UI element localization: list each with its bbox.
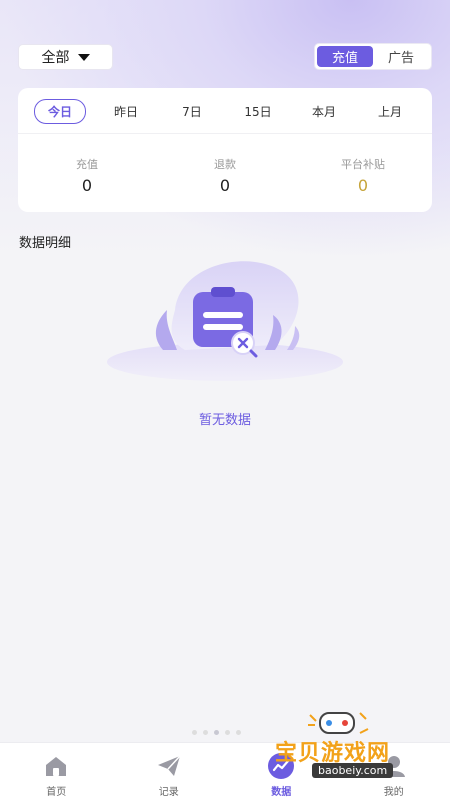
nav-label: 我的 [383, 787, 404, 798]
nav-label: 记录 [158, 787, 179, 798]
period-this-month[interactable]: 本月 [298, 100, 350, 123]
period-today[interactable]: 今日 [34, 98, 86, 124]
mode-toggle: 充值 广告 [314, 43, 432, 70]
tab-ads[interactable]: 广告 [373, 46, 429, 67]
period-7-days[interactable]: 7日 [166, 100, 218, 123]
period-tabs: 今日 昨日 7日 15日 本月 上月 [18, 98, 432, 124]
pager-dots [192, 730, 241, 735]
caret-down-icon [77, 53, 90, 61]
nav-item-records[interactable]: 记录 [129, 743, 209, 798]
stat-label: 充值 [76, 158, 98, 171]
home-icon [42, 752, 70, 780]
scope-label: 全部 [41, 50, 70, 66]
empty-state-text: 暂无数据 [198, 413, 251, 428]
stat-refund: 退款 0 [165, 156, 285, 195]
stat-label: 平台补贴 [341, 158, 385, 171]
stat-recharge: 充值 0 [27, 156, 147, 195]
stats-row: 充值 0 退款 0 平台补贴 0 [18, 156, 432, 195]
stat-value: 0 [219, 176, 231, 195]
period-last-month[interactable]: 上月 [364, 100, 416, 123]
card-divider [18, 133, 432, 134]
period-yesterday[interactable]: 昨日 [100, 100, 152, 123]
section-title: 数据明细 [19, 236, 72, 251]
scope-dropdown[interactable]: 全部 [18, 44, 113, 70]
tab-recharge[interactable]: 充值 [317, 46, 373, 67]
nav-label: 数据 [271, 787, 292, 798]
stat-label: 退款 [214, 158, 236, 171]
empty-state-illustration [107, 261, 343, 381]
stat-value: 0 [81, 176, 93, 195]
nav-label: 首页 [46, 787, 67, 798]
summary-card: 今日 昨日 7日 15日 本月 上月 充值 0 退款 0 平台补贴 0 [18, 88, 432, 212]
watermark-url: baobeiy.com [312, 763, 394, 778]
nav-item-home[interactable]: 首页 [16, 743, 96, 798]
stat-platform-subsidy: 平台补贴 0 [303, 156, 423, 195]
stat-value: 0 [357, 176, 369, 195]
send-icon [155, 752, 183, 780]
period-15-days[interactable]: 15日 [232, 100, 284, 123]
